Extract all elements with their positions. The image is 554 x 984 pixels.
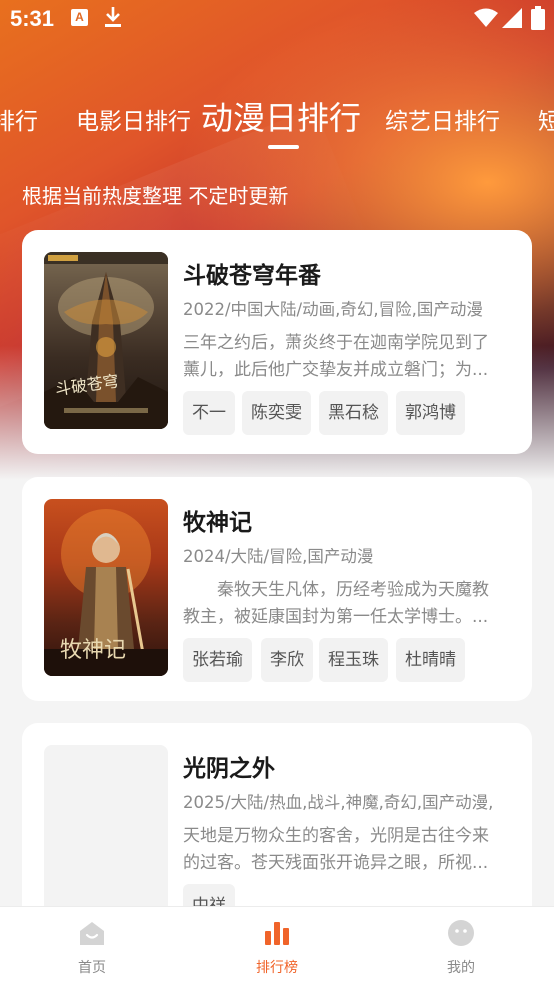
cover-art-illustration: 牧神记 <box>44 509 168 676</box>
anime-card[interactable]: 斗破苍穹 斗破苍穹年番 2022/中国大陆/动画,奇幻,冒险,国产动漫 三年之约… <box>22 230 532 454</box>
status-bar: 5:31 A <box>0 0 554 40</box>
nav-profile[interactable]: 我的 <box>391 907 531 984</box>
cast-tag[interactable]: 程玉珠 <box>319 638 388 682</box>
cover-image-placeholder <box>44 745 168 922</box>
download-icon <box>105 7 121 27</box>
tab-partial-right[interactable]: 短 <box>538 102 554 136</box>
cover-image: 斗破苍穹 <box>44 252 168 429</box>
cover-title-text: 牧神记 <box>60 638 126 663</box>
anime-card[interactable]: 牧神记 牧神记 2024/大陆/冒险,国产动漫 秦牧天生凡体，历经考验成为天魔教… <box>22 477 532 701</box>
card-title: 光阴之外 <box>183 756 275 782</box>
home-icon <box>80 922 104 945</box>
battery-icon <box>531 6 545 30</box>
tab-variety-daily[interactable]: 综艺日排行 <box>385 102 500 136</box>
card-description-line: 秦牧天生凡体，历经考验成为天魔教 <box>183 580 489 600</box>
profile-face-icon <box>448 920 474 946</box>
ranking-subtitle: 根据当前热度整理 不定时更新 <box>22 184 289 208</box>
card-title: 牧神记 <box>183 510 252 536</box>
nav-home[interactable]: 首页 <box>22 907 162 984</box>
card-meta: 2022/中国大陆/动画,奇幻,冒险,国产动漫 <box>183 300 483 319</box>
cast-tag[interactable]: 陈奕雯 <box>242 391 311 435</box>
nav-label: 排行榜 <box>256 960 298 976</box>
card-description-line: 天地是万物众生的客舍，光阴是古往今来 <box>183 826 489 846</box>
ranking-bar-chart-icon <box>265 922 289 945</box>
cast-tag[interactable]: 杜晴晴 <box>396 638 465 682</box>
card-description: 天地是万物众生的客舍，光阴是古往今来 的过客。苍天残面张开诡异之眼，所视... <box>183 823 508 877</box>
nav-label: 首页 <box>78 960 106 976</box>
card-description-line: 薰儿，此后他广交挚友并成立磐门；为... <box>183 360 489 380</box>
cellular-signal-icon <box>502 8 522 28</box>
status-time: 5:31 <box>10 6 55 31</box>
card-description-line: 教主，被延康国封为第一任太学博士。... <box>183 607 489 627</box>
cover-art-illustration: 斗破苍穹 <box>44 252 168 429</box>
card-description: 三年之约后，萧炎终于在迦南学院见到了 薰儿，此后他广交挚友并成立磐门；为... <box>183 330 508 384</box>
cast-tag[interactable]: 不一 <box>183 391 235 435</box>
ranking-tabs: 排行 电影日排行 动漫日排行 综艺日排行 短 <box>0 88 554 158</box>
tab-partial-left[interactable]: 排行 <box>0 102 38 136</box>
card-description-line: 三年之约后，萧炎终于在迦南学院见到了 <box>183 333 489 353</box>
nav-ranking[interactable]: 排行榜 <box>207 907 347 984</box>
cast-tag[interactable]: 黑石稔 <box>319 391 388 435</box>
card-description: 秦牧天生凡体，历经考验成为天魔教 教主，被延康国封为第一任太学博士。... <box>183 577 508 631</box>
cover-image: 牧神记 <box>44 499 168 676</box>
tab-movie-daily[interactable]: 电影日排行 <box>76 102 191 136</box>
active-tab-indicator <box>268 145 299 149</box>
card-meta: 2025/大陆/热血,战斗,神魔,奇幻,国产动漫, <box>183 793 494 812</box>
nav-label: 我的 <box>447 960 475 976</box>
tab-anime-daily[interactable]: 动漫日排行 <box>201 93 361 139</box>
bottom-navigation: 首页 排行榜 我的 <box>0 906 554 984</box>
cast-tag[interactable]: 李欣 <box>261 638 313 682</box>
keyboard-a-icon: A <box>71 9 88 26</box>
cast-tag[interactable]: 张若瑜 <box>183 638 252 682</box>
card-description-line: 的过客。苍天残面张开诡异之眼，所视... <box>183 853 489 873</box>
card-title: 斗破苍穹年番 <box>183 263 321 289</box>
cast-tag[interactable]: 郭鸿博 <box>396 391 465 435</box>
card-meta: 2024/大陆/冒险,国产动漫 <box>183 547 374 566</box>
wifi-icon <box>474 8 498 27</box>
